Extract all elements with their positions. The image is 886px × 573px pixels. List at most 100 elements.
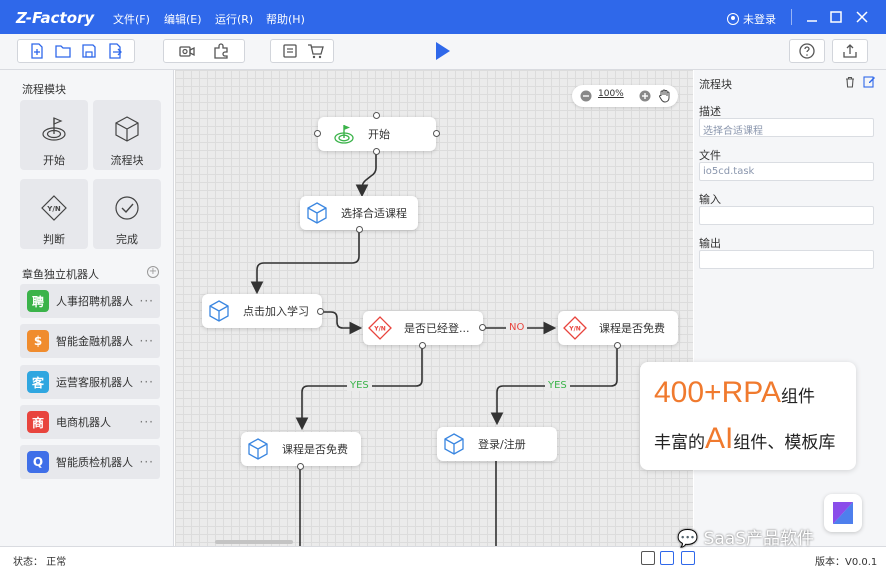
menu-file[interactable]: 文件(F)	[113, 11, 150, 27]
properties-panel: 流程块 描述 选择合适课程 文件 io5cd.task 输入 输出	[694, 70, 886, 546]
node-port[interactable]	[419, 342, 426, 349]
flow-node-course-free[interactable]: 课程是否免费	[241, 432, 361, 466]
field-label-file: 文件	[699, 149, 721, 162]
script-icon[interactable]	[281, 42, 299, 60]
more-icon[interactable]: ···	[140, 375, 154, 389]
flow-canvas[interactable]: NO YES YES 100% 开始 选择合适课程 点击加入学习 Y/N 是否已…	[175, 70, 693, 546]
robot-label: 智能金融机器人	[56, 335, 133, 348]
cube-icon	[248, 438, 268, 460]
version-label: 版本：V0.0.1	[815, 557, 878, 568]
pan-hand-icon[interactable]	[657, 88, 672, 103]
more-icon[interactable]: ···	[140, 455, 154, 469]
flow-node-start[interactable]: 开始	[318, 117, 436, 151]
robot-item-ecommerce[interactable]: 商 电商机器人 ···	[20, 405, 160, 439]
flow-node-login[interactable]: 登录/注册	[437, 427, 557, 461]
upload-button[interactable]	[832, 39, 868, 63]
node-port[interactable]	[479, 324, 486, 331]
watermark-label: SaaS产品软件	[703, 529, 814, 549]
promo-text: 丰富的	[654, 433, 705, 453]
plugin-icon[interactable]	[212, 42, 230, 60]
delete-icon[interactable]	[844, 76, 856, 88]
zoom-out-icon[interactable]	[580, 90, 592, 102]
layout-right-icon[interactable]	[681, 551, 695, 565]
user-icon	[727, 13, 739, 25]
status-text: 状态： 正常	[13, 557, 67, 568]
node-port[interactable]	[314, 130, 321, 137]
more-icon[interactable]: ···	[140, 415, 154, 429]
flow-node-is-free[interactable]: Y/N 课程是否免费	[558, 311, 678, 345]
record-tool-group	[163, 39, 245, 63]
zoom-level: 100%	[598, 89, 624, 99]
field-label-description: 描述	[699, 105, 721, 118]
input-field[interactable]	[699, 206, 874, 225]
layout-left-icon[interactable]	[660, 551, 674, 565]
node-port[interactable]	[297, 463, 304, 470]
login-label: 未登录	[743, 13, 776, 26]
minimize-icon[interactable]	[805, 10, 819, 24]
field-label-output: 输出	[699, 237, 721, 250]
node-port[interactable]	[433, 130, 440, 137]
description-field[interactable]: 选择合适课程	[699, 118, 874, 137]
node-port[interactable]	[373, 148, 380, 155]
module-start[interactable]: 开始	[20, 100, 88, 170]
promo-banner: 400+RPA组件 丰富的AI组件、模板库	[640, 362, 856, 470]
robot-label: 人事招聘机器人	[56, 295, 133, 308]
app-logo: Z-Factory	[16, 9, 95, 27]
upload-icon	[843, 44, 857, 58]
save-icon[interactable]	[80, 42, 98, 60]
flow-node-logged-in[interactable]: Y/N 是否已经登...	[363, 311, 483, 345]
more-icon[interactable]: ···	[140, 334, 154, 348]
service-robot-icon: 客	[27, 371, 49, 393]
node-port[interactable]	[373, 112, 380, 119]
maximize-icon[interactable]	[829, 10, 843, 24]
promo-text: 组件、模板库	[733, 433, 836, 453]
field-label-input: 输入	[699, 193, 721, 206]
robot-item-hr[interactable]: 聘 人事招聘机器人 ···	[20, 284, 160, 318]
node-port[interactable]	[317, 308, 324, 315]
export-icon[interactable]	[106, 42, 124, 60]
login-button[interactable]: 未登录	[727, 11, 776, 27]
flow-node-click-join[interactable]: 点击加入学习	[202, 294, 322, 328]
module-label: 流程块	[110, 154, 144, 167]
new-file-icon[interactable]	[28, 42, 46, 60]
robot-item-service[interactable]: 客 运营客服机器人 ···	[20, 365, 160, 399]
promo-rpa-count: 400+RPA	[654, 376, 782, 409]
help-button[interactable]	[789, 39, 825, 63]
module-label: 开始	[43, 154, 65, 167]
yn-diamond-icon: Y/N	[41, 195, 67, 221]
module-flow-block[interactable]: 流程块	[93, 100, 161, 170]
layout-bottom-icon[interactable]	[641, 551, 655, 565]
node-label: 是否已经登...	[404, 322, 470, 335]
robot-label: 智能质检机器人	[56, 456, 133, 469]
check-circle-icon	[115, 196, 139, 220]
open-folder-icon[interactable]	[54, 42, 72, 60]
zoom-in-icon[interactable]	[639, 90, 651, 102]
node-port[interactable]	[356, 226, 363, 233]
promo-line-1: 400+RPA组件	[654, 376, 815, 410]
record-icon[interactable]	[178, 42, 196, 60]
file-tool-group	[17, 39, 135, 63]
node-port[interactable]	[614, 342, 621, 349]
more-icon[interactable]: ···	[140, 294, 154, 308]
menu-run[interactable]: 运行(R)	[215, 11, 253, 27]
flow-node-choose-course[interactable]: 选择合适课程	[300, 196, 418, 230]
horizontal-scrollbar[interactable]	[215, 540, 293, 544]
close-icon[interactable]	[855, 10, 869, 24]
module-finish[interactable]: 完成	[93, 179, 161, 249]
menu-help[interactable]: 帮助(H)	[266, 11, 305, 27]
menu-edit[interactable]: 编辑(E)	[164, 11, 202, 27]
properties-title: 流程块	[699, 78, 732, 91]
play-icon[interactable]	[436, 42, 450, 60]
svg-text:Y/N: Y/N	[373, 326, 386, 333]
robot-item-finance[interactable]: $ 智能金融机器人 ···	[20, 324, 160, 358]
add-robot-icon[interactable]: +	[147, 266, 159, 278]
robot-item-qc[interactable]: Q 智能质检机器人 ···	[20, 445, 160, 479]
yn-diamond-icon: Y/N	[368, 316, 392, 340]
cube-icon	[307, 202, 327, 224]
store-icon[interactable]	[306, 42, 324, 60]
file-field[interactable]: io5cd.task	[699, 162, 874, 181]
module-judge[interactable]: Y/N 判断	[20, 179, 88, 249]
left-panel: 流程模块 开始 流程块 Y/N 判断 完成 章鱼独立机器人 + 聘 人事招聘机器…	[0, 70, 174, 546]
output-field[interactable]	[699, 250, 874, 269]
edit-icon[interactable]	[863, 75, 876, 88]
